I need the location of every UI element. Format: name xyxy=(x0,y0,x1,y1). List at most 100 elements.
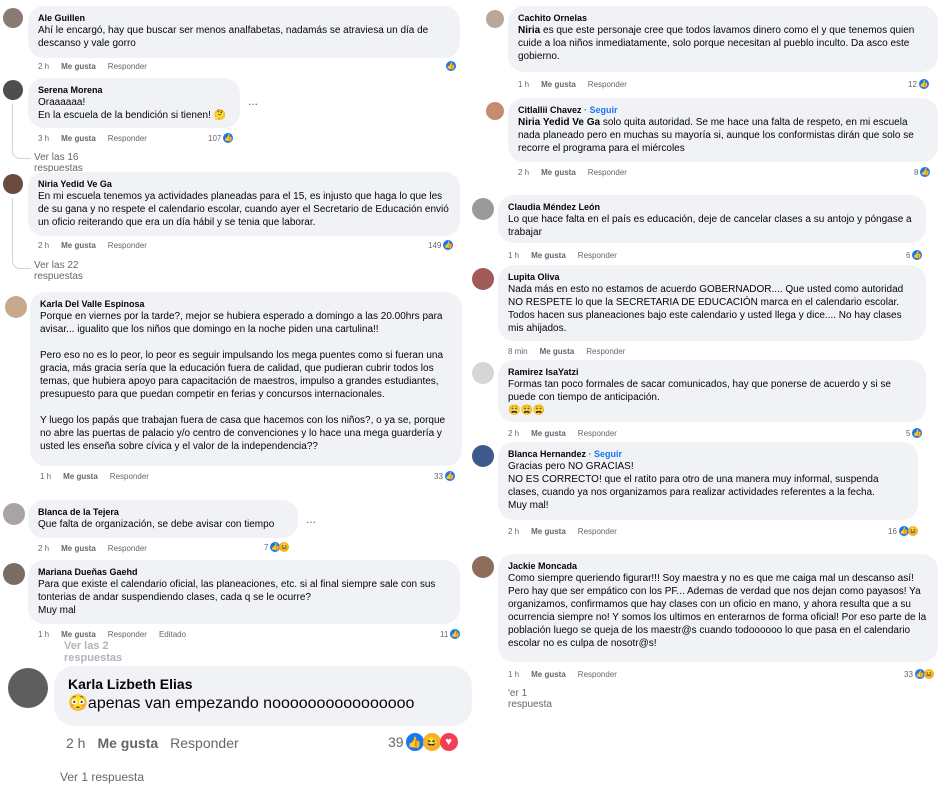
reply-button[interactable]: Responder xyxy=(586,347,625,356)
reply-button[interactable]: Responder xyxy=(108,544,147,553)
avatar[interactable] xyxy=(3,80,23,100)
view-replies-link[interactable]: Ver las 22 respuestas xyxy=(34,260,83,282)
comment-actions: 3 h Me gusta Responder xyxy=(38,134,159,143)
timestamp[interactable]: 2 h xyxy=(38,241,49,250)
comment-text: Que falta de organización, se debe avisa… xyxy=(38,519,275,530)
avatar[interactable] xyxy=(486,10,504,28)
reply-button[interactable]: Responder xyxy=(578,527,617,536)
like-button[interactable]: Me gusta xyxy=(63,472,98,481)
author-name[interactable]: Ale Guillen xyxy=(38,12,450,24)
reply-button[interactable]: Responder xyxy=(578,251,617,260)
follow-button[interactable]: · Seguir xyxy=(584,105,618,115)
author-name[interactable]: Mariana Dueñas Gaehd xyxy=(38,566,450,578)
view-replies-link[interactable]: Ver las 16 respuestas xyxy=(34,152,83,174)
timestamp[interactable]: 1 h xyxy=(38,630,49,639)
avatar[interactable] xyxy=(486,102,504,120)
author-link[interactable]: Blanca Hernandez xyxy=(508,449,586,459)
reaction-count[interactable]: 8 👍 xyxy=(914,167,931,177)
like-button[interactable]: Me gusta xyxy=(531,670,566,679)
timestamp[interactable]: 1 h xyxy=(518,80,529,89)
timestamp[interactable]: 1 h xyxy=(508,670,519,679)
reply-button[interactable]: Responder xyxy=(108,241,147,250)
reaction-count[interactable]: 12 👍 xyxy=(908,79,929,89)
mention[interactable]: Niria Yedid Ve Ga xyxy=(518,117,600,128)
like-button[interactable]: Me gusta xyxy=(61,544,96,553)
reaction-count[interactable]: 33 👍 xyxy=(434,471,455,481)
author-name[interactable]: Karla Lizbeth Elias xyxy=(68,675,458,693)
reaction-count[interactable]: 107 👍 xyxy=(208,133,234,143)
comment-text: 😳apenas van empezando noooooooooooooooo xyxy=(68,695,415,712)
reply-button[interactable]: Responder xyxy=(110,472,149,481)
reply-button[interactable]: Responder xyxy=(578,429,617,438)
avatar[interactable] xyxy=(3,563,25,585)
timestamp[interactable]: 1 h xyxy=(40,472,51,481)
like-reaction-icon: 👍 xyxy=(918,79,929,89)
avatar[interactable] xyxy=(472,362,494,384)
more-options-icon[interactable]: ... xyxy=(306,512,316,526)
avatar[interactable] xyxy=(3,8,23,28)
timestamp[interactable]: 2 h xyxy=(508,527,519,536)
reply-button[interactable]: Responder xyxy=(578,670,617,679)
avatar[interactable] xyxy=(472,445,494,467)
author-name[interactable]: Claudia Méndez León xyxy=(508,201,916,213)
timestamp[interactable]: 2 h xyxy=(66,735,85,751)
reaction-count[interactable]: 11 👍 xyxy=(440,629,461,639)
reply-button[interactable]: Responder xyxy=(588,80,627,89)
reaction-count[interactable]: 39 👍 😆 ♥ xyxy=(388,733,458,751)
avatar[interactable] xyxy=(5,296,27,318)
like-button[interactable]: Me gusta xyxy=(540,347,575,356)
like-button[interactable]: Me gusta xyxy=(541,80,576,89)
timestamp[interactable]: 2 h xyxy=(508,429,519,438)
timestamp[interactable]: 3 h xyxy=(38,134,49,143)
author-name[interactable]: Cachito Ornelas xyxy=(518,12,928,24)
avatar[interactable] xyxy=(472,268,494,290)
timestamp[interactable]: 2 h xyxy=(38,62,49,71)
like-button[interactable]: Me gusta xyxy=(541,168,576,177)
reply-button[interactable]: Responder xyxy=(108,630,147,639)
follow-button[interactable]: · Seguir xyxy=(589,449,623,459)
reaction-count[interactable]: 6 👍 xyxy=(906,250,923,260)
timestamp[interactable]: 1 h xyxy=(508,251,519,260)
edited-label[interactable]: Editado xyxy=(159,630,186,639)
reply-button[interactable]: Responder xyxy=(108,134,147,143)
like-button[interactable]: Me gusta xyxy=(531,251,566,260)
like-button[interactable]: Me gusta xyxy=(61,62,96,71)
more-options-icon[interactable]: ... xyxy=(248,94,258,108)
like-button[interactable]: Me gusta xyxy=(97,735,158,751)
cut-replies-link[interactable]: Ver las 2 respuestas xyxy=(64,640,122,664)
like-button[interactable]: Me gusta xyxy=(531,429,566,438)
reply-button[interactable]: Responder xyxy=(108,62,147,71)
avatar[interactable] xyxy=(8,668,48,708)
like-button[interactable]: Me gusta xyxy=(61,630,96,639)
comment-bubble: Niria Yedid Ve Ga En mi escuela tenemos … xyxy=(28,172,460,236)
reaction-count[interactable]: 👍 xyxy=(446,61,456,71)
avatar[interactable] xyxy=(3,503,25,525)
author-name[interactable]: Ramirez IsaYatzi xyxy=(508,366,916,378)
like-button[interactable]: Me gusta xyxy=(61,134,96,143)
author-name[interactable]: Blanca de la Tejera xyxy=(38,506,288,518)
like-button[interactable]: Me gusta xyxy=(61,241,96,250)
view-replies-link[interactable]: 'er 1 respuesta xyxy=(508,688,552,710)
reply-button[interactable]: Responder xyxy=(170,735,239,751)
cut-replies-link[interactable]: Ver 1 respuesta xyxy=(60,770,144,784)
author-name[interactable]: Serena Morena xyxy=(38,84,230,96)
avatar[interactable] xyxy=(472,556,494,578)
timestamp[interactable]: 8 min xyxy=(508,347,528,356)
mention[interactable]: Niria xyxy=(518,25,540,36)
author-link[interactable]: Citlallii Chavez xyxy=(518,105,582,115)
author-name[interactable]: Jackie Moncada xyxy=(508,560,928,572)
reaction-count[interactable]: 149 👍 xyxy=(428,240,454,250)
reaction-count[interactable]: 7 👍 😆 xyxy=(264,542,290,552)
author-name[interactable]: Niria Yedid Ve Ga xyxy=(38,178,450,190)
author-name[interactable]: Lupita Oliva xyxy=(508,271,916,283)
avatar[interactable] xyxy=(472,198,494,220)
timestamp[interactable]: 2 h xyxy=(38,544,49,553)
reply-button[interactable]: Responder xyxy=(588,168,627,177)
reaction-count[interactable]: 5 👍 xyxy=(906,428,923,438)
timestamp[interactable]: 2 h xyxy=(518,168,529,177)
avatar[interactable] xyxy=(3,174,23,194)
reaction-count[interactable]: 16 👍 😆 xyxy=(888,526,918,536)
author-name[interactable]: Karla Del Valle Espinosa xyxy=(40,298,452,310)
like-button[interactable]: Me gusta xyxy=(531,527,566,536)
reaction-count[interactable]: 33 👍 😆 xyxy=(904,669,934,679)
